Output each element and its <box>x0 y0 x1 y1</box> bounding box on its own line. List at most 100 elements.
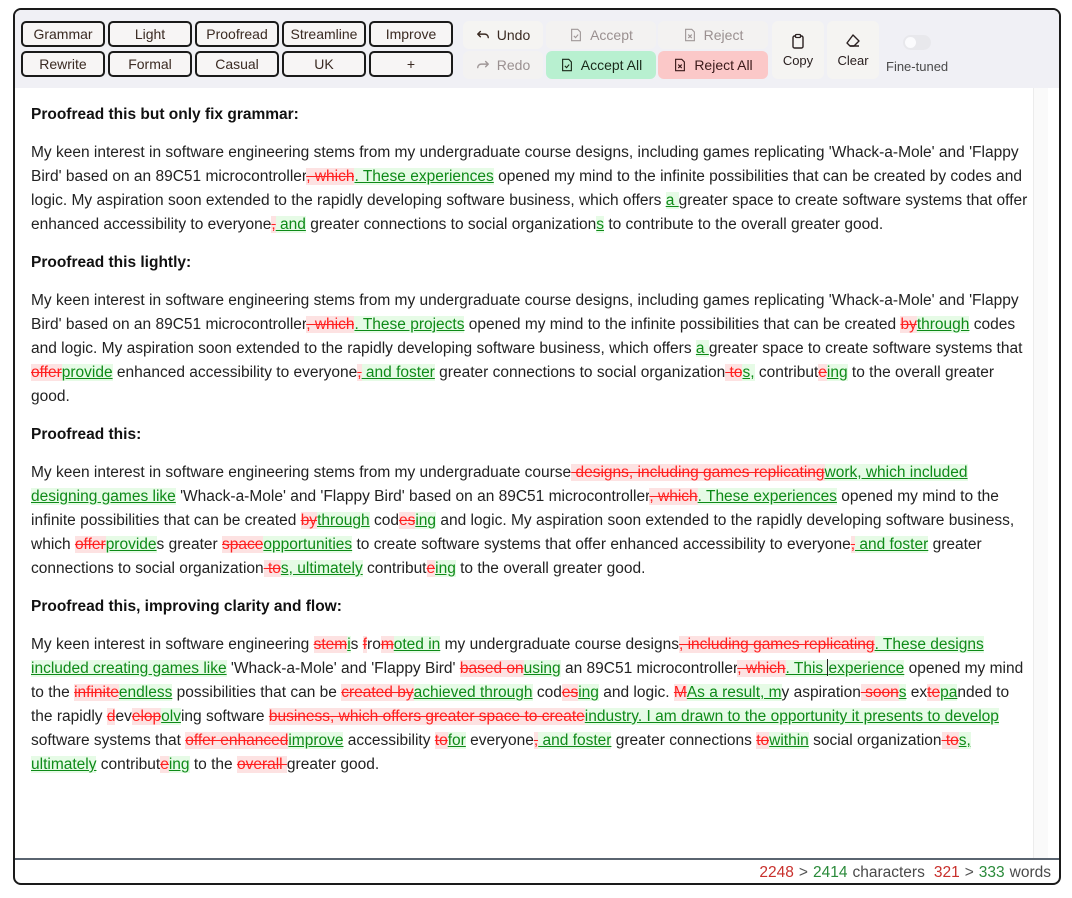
insertion-mark[interactable]: s, ultimately <box>280 560 363 577</box>
preset-improve-button[interactable]: Improve <box>369 21 453 47</box>
insertion-mark[interactable]: improve <box>288 732 344 749</box>
deletion-mark[interactable]: , which <box>306 316 355 333</box>
insertion-mark[interactable]: through <box>317 512 370 529</box>
deletion-mark[interactable]: to <box>263 560 281 577</box>
insertion-mark[interactable]: within <box>769 732 809 749</box>
fine-tuned-toggle[interactable] <box>903 35 931 50</box>
deletion-mark[interactable]: es <box>398 512 416 529</box>
insertion-mark[interactable]: olv <box>161 708 181 725</box>
deletion-mark[interactable]: to <box>756 732 770 749</box>
insertion-mark[interactable]: for <box>447 732 466 749</box>
insertion-mark[interactable]: and foster <box>855 536 929 553</box>
deletion-mark[interactable]: by <box>300 512 318 529</box>
insertion-mark[interactable]: . This <box>785 660 828 677</box>
insertion-mark[interactable]: ing <box>435 560 456 577</box>
undo-button[interactable]: Undo <box>463 21 543 49</box>
deletion-mark[interactable]: stem <box>313 636 348 653</box>
preset-rewrite-button[interactable]: Rewrite <box>21 51 105 77</box>
insertion-mark[interactable]: As a result, m <box>686 684 782 701</box>
proofread-section: Proofread this but only fix grammar: My k… <box>31 106 1033 237</box>
text-run: and logic. <box>598 684 674 701</box>
text-run: 'Whack-a-Mole' and 'Flappy Bird' based o… <box>175 488 650 505</box>
redo-button[interactable]: Redo <box>463 51 543 79</box>
insertion-mark[interactable]: using <box>523 660 561 677</box>
deletion-mark[interactable]: offer <box>74 536 106 553</box>
text-run: My keen interest in software engineering… <box>31 464 572 481</box>
deletion-mark[interactable]: by <box>900 316 917 333</box>
insertion-mark[interactable]: experience <box>828 660 905 677</box>
deletion-mark[interactable]: space <box>222 536 264 553</box>
deletion-mark[interactable]: , <box>357 364 362 381</box>
deletion-mark[interactable]: infinite <box>74 684 119 701</box>
clear-button[interactable]: Clear <box>827 21 879 79</box>
insertion-mark[interactable]: and <box>275 216 306 233</box>
deletion-mark[interactable]: es <box>561 684 579 701</box>
deletion-mark[interactable]: offer enhanced <box>185 732 289 749</box>
deletion-mark[interactable]: based on <box>459 660 524 677</box>
insertion-mark[interactable]: oted in <box>393 636 441 653</box>
deletion-mark[interactable]: , which <box>306 168 355 185</box>
accept-button[interactable]: Accept <box>546 21 656 49</box>
deletion-mark[interactable]: M <box>673 684 687 701</box>
insertion-mark[interactable]: . These projects <box>354 316 465 333</box>
reject-button[interactable]: Reject <box>658 21 768 49</box>
preset-casual-button[interactable]: Casual <box>195 51 279 77</box>
accept-all-button[interactable]: Accept All <box>546 51 656 79</box>
text-run: contribut <box>754 364 819 381</box>
insertion-mark[interactable]: pa <box>940 684 958 701</box>
deletion-mark[interactable]: te <box>927 684 941 701</box>
insertion-mark[interactable]: and foster <box>538 732 612 749</box>
deletion-mark[interactable]: , including games replicating <box>678 636 875 653</box>
text-run: s greater <box>156 536 223 553</box>
preset-light-button[interactable]: Light <box>108 21 192 47</box>
deletion-mark[interactable]: soon <box>860 684 899 701</box>
insertion-mark[interactable]: industry. I am drawn to the opportunity … <box>584 708 999 725</box>
undo-icon <box>476 30 489 39</box>
deletion-mark[interactable]: to <box>434 732 448 749</box>
preset-streamline-button[interactable]: Streamline <box>282 21 366 47</box>
copy-button[interactable]: Copy <box>772 21 824 79</box>
app-window: Grammar Light Proofread Streamline Impro… <box>13 8 1061 885</box>
insertion-mark[interactable]: s <box>596 216 605 233</box>
deletion-mark[interactable]: e <box>426 560 436 577</box>
reject-all-button[interactable]: Reject All <box>658 51 768 79</box>
insertion-mark[interactable]: ing <box>168 756 190 773</box>
insertion-mark[interactable]: s, <box>742 364 755 381</box>
deletion-mark[interactable]: offer <box>31 364 62 381</box>
deletion-mark[interactable]: created by <box>341 684 414 701</box>
deletion-mark[interactable]: , which <box>737 660 786 677</box>
document-editor[interactable]: Proofread this but only fix grammar: My k… <box>15 88 1033 858</box>
preset-formal-button[interactable]: Formal <box>108 51 192 77</box>
preset-proofread-button[interactable]: Proofread <box>195 21 279 47</box>
text-run: greater connections to social organizati… <box>434 364 726 381</box>
deletion-mark[interactable]: designs, including games replicating <box>571 464 825 481</box>
insertion-mark[interactable]: through <box>916 316 970 333</box>
deletion-mark[interactable]: to <box>725 364 743 381</box>
insertion-mark[interactable]: a <box>695 340 709 357</box>
deletion-mark[interactable]: e <box>818 364 827 381</box>
insertion-mark[interactable]: endless <box>118 684 173 701</box>
deletion-mark[interactable]: , which <box>649 488 698 505</box>
preset-uk-button[interactable]: UK <box>282 51 366 77</box>
deletion-mark[interactable]: e <box>160 756 169 773</box>
preset-grammar-button[interactable]: Grammar <box>21 21 105 47</box>
insertion-mark[interactable]: opportunities <box>263 536 353 553</box>
insertion-mark[interactable]: . These experiences <box>697 488 837 505</box>
insertion-mark[interactable]: a <box>665 192 679 209</box>
insertion-mark[interactable]: ing <box>826 364 848 381</box>
scrollbar[interactable] <box>1033 88 1048 858</box>
deletion-mark[interactable]: to <box>941 732 959 749</box>
insertion-mark[interactable]: achieved through <box>413 684 533 701</box>
insertion-mark[interactable]: provide <box>61 364 113 381</box>
preset-button-grid: Grammar Light Proofread Streamline Impro… <box>21 21 453 77</box>
deletion-mark[interactable]: overall <box>236 756 287 773</box>
insertion-mark[interactable]: . These experiences <box>354 168 494 185</box>
deletion-mark[interactable]: m <box>380 636 394 653</box>
add-preset-button[interactable]: + <box>369 51 453 77</box>
deletion-mark[interactable]: elop <box>131 708 162 725</box>
insertion-mark[interactable]: ing <box>415 512 437 529</box>
insertion-mark[interactable]: and foster <box>361 364 435 381</box>
deletion-mark[interactable]: business, which offers greater space to … <box>268 708 585 725</box>
insertion-mark[interactable]: ing <box>578 684 599 701</box>
insertion-mark[interactable]: provide <box>105 536 157 553</box>
